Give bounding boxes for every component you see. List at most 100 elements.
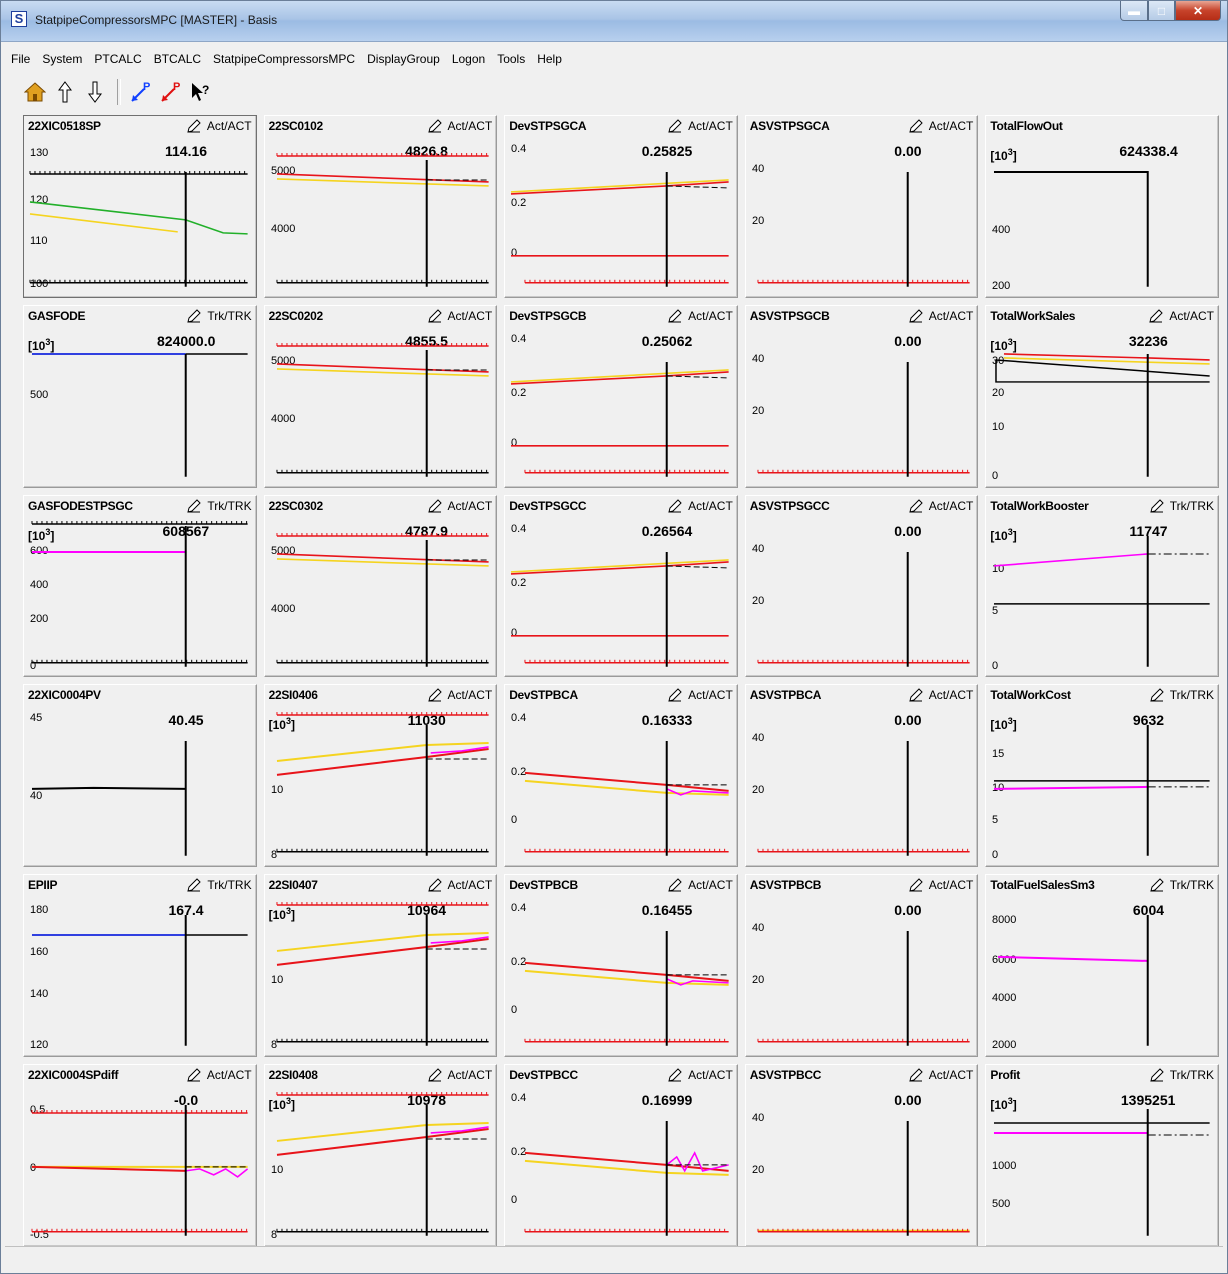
mode-indicator[interactable]: Act/ACT bbox=[668, 878, 733, 892]
trend-panel[interactable]: 22XIC0004SPdiff Act/ACT -0.0 0.5 0 -0.5 bbox=[23, 1064, 257, 1247]
menu-file[interactable]: File bbox=[5, 52, 36, 66]
trend-panel[interactable]: 22XIC0518SP Act/ACT 114.16 130 120 110 100 bbox=[23, 115, 257, 298]
variable-tag: DevSTPSGCB bbox=[509, 308, 587, 323]
trend-series bbox=[511, 370, 729, 385]
variable-tag: DevSTPBCB bbox=[509, 878, 578, 893]
trend-panel[interactable]: TotalWorkCost Trk/TRK [103] 9632 15 10 5 0 bbox=[985, 684, 1219, 868]
maximize-button[interactable]: □ bbox=[1148, 1, 1175, 21]
mode-label: Act/ACT bbox=[1169, 308, 1214, 323]
mode-indicator[interactable]: Act/ACT bbox=[427, 688, 492, 702]
mode-indicator[interactable]: Trk/TRK bbox=[1150, 688, 1214, 702]
mode-indicator[interactable]: Trk/TRK bbox=[187, 309, 252, 323]
minimize-button[interactable]: ▬ bbox=[1120, 1, 1148, 21]
mode-indicator[interactable]: Trk/TRK bbox=[1150, 878, 1214, 892]
help-pointer-button[interactable]: ? bbox=[187, 78, 215, 106]
current-value: 0.00 bbox=[894, 712, 922, 729]
trend-panel[interactable]: DevSTPBCA Act/ACT 0.16333 0.4 0.2 0 bbox=[504, 684, 738, 868]
down-button[interactable] bbox=[81, 78, 109, 106]
mode-indicator[interactable]: Trk/TRK bbox=[187, 878, 252, 892]
trend-panel[interactable]: 22SC0102 Act/ACT 4826.8 5000 4000 bbox=[263, 115, 498, 298]
trend-plot: 400 200 bbox=[992, 170, 1150, 292]
mode-indicator[interactable]: Act/ACT bbox=[668, 688, 733, 702]
trend-plot: 600 400 200 0 bbox=[30, 520, 248, 671]
y-tick-label: -0.5 bbox=[30, 1229, 49, 1241]
mode-indicator[interactable]: Act/ACT bbox=[909, 688, 973, 702]
mode-indicator[interactable]: Act/ACT bbox=[427, 119, 492, 133]
mode-indicator[interactable]: Trk/TRK bbox=[1150, 1068, 1214, 1082]
trend-panel[interactable]: ASVSTPBCA Act/ACT 0.00 40 20 bbox=[744, 684, 979, 868]
mode-indicator[interactable]: Act/ACT bbox=[187, 1068, 252, 1082]
variable-tag: DevSTPSGCC bbox=[509, 498, 587, 513]
trend-panel[interactable]: GASFODE Trk/TRK [103] 824000.0 500 bbox=[23, 304, 257, 488]
trend-panel[interactable]: 22SI0406 Act/ACT [103] 11030 10 8 bbox=[263, 684, 498, 868]
mode-indicator[interactable]: Act/ACT bbox=[909, 309, 973, 323]
trend-panel[interactable]: Profit Trk/TRK [103] 1395251 1000 500 bbox=[985, 1064, 1219, 1247]
future-series bbox=[666, 978, 729, 987]
trend-panel[interactable]: 22SC0202 Act/ACT 4855.5 5000 4000 bbox=[263, 304, 498, 488]
menu-system[interactable]: System bbox=[36, 52, 88, 66]
trend-panel[interactable]: EPIIP Trk/TRK 167.4 180 160 140 120 bbox=[23, 874, 257, 1058]
mode-indicator[interactable]: Trk/TRK bbox=[1150, 499, 1214, 513]
y-tick-label: 20 bbox=[752, 405, 764, 417]
home-button[interactable] bbox=[21, 78, 49, 106]
y-tick-label: 5000 bbox=[271, 355, 295, 367]
menu-help[interactable]: Help bbox=[531, 52, 568, 66]
trend-panel[interactable]: DevSTPSGCC Act/ACT 0.26564 0.4 0.2 0 bbox=[504, 494, 738, 678]
trend-panel[interactable]: DevSTPBCC Act/ACT 0.16999 0.4 0.2 0 bbox=[504, 1064, 738, 1247]
trend-panel[interactable]: DevSTPSGCA Act/ACT 0.25825 0.4 0.2 0 bbox=[504, 115, 738, 298]
y-tick-label: 0 bbox=[511, 1004, 517, 1016]
y-tick-label: 10 bbox=[992, 563, 1004, 575]
trend-panel[interactable]: 22XIC0004PV 40.45 45 40 bbox=[23, 684, 257, 868]
mode-indicator[interactable]: Act/ACT bbox=[427, 309, 492, 323]
menu-btcalc[interactable]: BTCALC bbox=[148, 52, 207, 66]
trend-panel[interactable]: ASVSTPBCB Act/ACT 0.00 40 20 bbox=[744, 874, 979, 1058]
maximize-icon: □ bbox=[1157, 3, 1166, 18]
mode-indicator[interactable]: Act/ACT bbox=[187, 119, 252, 133]
y-tick-label: 0.4 bbox=[511, 523, 526, 535]
trend-panel[interactable]: ASVSTPSGCA Act/ACT 0.00 40 20 bbox=[744, 115, 979, 298]
mode-indicator[interactable]: Act/ACT bbox=[427, 1068, 492, 1082]
trend-panel[interactable]: DevSTPBCB Act/ACT 0.16455 0.4 0.2 0 bbox=[504, 874, 738, 1058]
pen-icon bbox=[668, 119, 682, 133]
close-button[interactable]: ✕ bbox=[1175, 1, 1221, 21]
trend-panel[interactable]: TotalWorkBooster Trk/TRK [103] 11747 10 5 0 bbox=[985, 494, 1219, 678]
trend-panel[interactable]: GASFODESTPSGC Trk/TRK [103] 608567 600 400 200… bbox=[23, 494, 257, 678]
menu-statpipecompressorsmpc[interactable]: StatpipeCompressorsMPC bbox=[207, 52, 361, 66]
mode-label: Act/ACT bbox=[928, 498, 974, 513]
mode-indicator[interactable]: Act/ACT bbox=[909, 878, 973, 892]
trend-panel[interactable]: ASVSTPBCC Act/ACT 0.00 40 20 bbox=[744, 1064, 979, 1247]
y-tick-label: 0 bbox=[992, 659, 998, 671]
mode-indicator[interactable]: Act/ACT bbox=[668, 1068, 733, 1082]
p-red-button[interactable]: P bbox=[157, 78, 185, 106]
menu-logon[interactable]: Logon bbox=[446, 52, 491, 66]
mode-indicator[interactable]: Act/ACT bbox=[668, 499, 733, 513]
trend-panel[interactable]: 22SI0407 Act/ACT [103] 10964 10 8 bbox=[263, 874, 498, 1058]
mode-indicator[interactable]: Act/ACT bbox=[427, 878, 492, 892]
trend-panel[interactable]: 22SI0408 Act/ACT [103] 10978 10 8 bbox=[263, 1064, 498, 1247]
up-button[interactable] bbox=[51, 78, 79, 106]
mode-indicator[interactable]: Act/ACT bbox=[668, 119, 733, 133]
variable-tag: EPIIP bbox=[28, 878, 58, 893]
trend-panel[interactable]: 22SC0302 Act/ACT 4787.9 5000 4000 bbox=[263, 494, 498, 678]
menu-displaygroup[interactable]: DisplayGroup bbox=[361, 52, 446, 66]
mode-indicator[interactable]: Act/ACT bbox=[909, 1068, 973, 1082]
trend-panel[interactable]: DevSTPSGCB Act/ACT 0.25062 0.4 0.2 0 bbox=[504, 304, 738, 488]
menu-ptcalc[interactable]: PTCALC bbox=[88, 52, 147, 66]
trend-panel[interactable]: TotalWorkSales Act/ACT [103] 32236 30 20 10 0 bbox=[985, 304, 1219, 488]
trend-panel[interactable]: ASVSTPSGCC Act/ACT 0.00 40 20 bbox=[744, 494, 979, 678]
setpoint-line bbox=[666, 185, 729, 189]
mode-indicator[interactable]: Act/ACT bbox=[427, 499, 492, 513]
mode-indicator[interactable]: Act/ACT bbox=[909, 498, 974, 513]
app-icon[interactable]: S bbox=[11, 11, 27, 27]
mode-indicator[interactable]: Act/ACT bbox=[668, 309, 733, 323]
current-value: 167.4 bbox=[168, 902, 204, 919]
title-bar[interactable]: S StatpipeCompressorsMPC [MASTER] - Basi… bbox=[1, 1, 1227, 42]
menu-tools[interactable]: Tools bbox=[491, 52, 531, 66]
trend-panel[interactable]: TotalFlowOut [103] 624338.4 400 200 bbox=[985, 115, 1219, 298]
mode-indicator[interactable]: Act/ACT bbox=[909, 119, 973, 133]
mode-indicator[interactable]: Trk/TRK bbox=[187, 499, 252, 513]
trend-panel[interactable]: ASVSTPSGCB Act/ACT 0.00 40 20 bbox=[744, 304, 979, 488]
p-blue-button[interactable]: P bbox=[127, 78, 155, 106]
mode-indicator[interactable]: Act/ACT bbox=[1149, 309, 1214, 323]
trend-panel[interactable]: TotalFuelSalesSm3 Trk/TRK 6004 8000 6000 4000… bbox=[985, 874, 1219, 1058]
